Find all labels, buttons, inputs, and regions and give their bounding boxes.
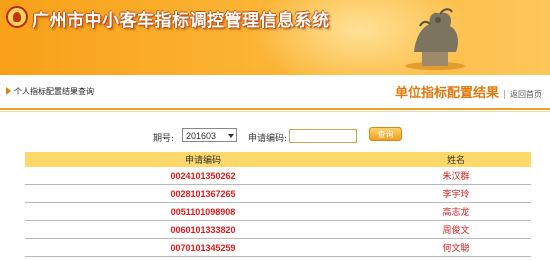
header-name: 姓名 [381,152,531,167]
page-title: 单位指标配置结果 [394,86,499,101]
cell-code: 0060101333820 [25,220,381,239]
table-row: 0070101345259 何文聪 [25,238,531,257]
divider-light [0,111,550,112]
table-row: 0060101333820 周俊文 [25,220,531,239]
five-rams-statue-icon [405,8,465,70]
code-label: 申请编码: [248,134,288,144]
chevron-down-icon [228,134,234,138]
cell-name: 高志龙 [381,202,531,221]
query-button[interactable]: 查询 [369,127,402,141]
period-select[interactable]: 201603 [182,128,237,142]
cell-code: 0070101345259 [25,238,381,257]
breadcrumb: 个人指标配置结果查询 [6,86,94,97]
cell-code: 0051101098908 [25,202,381,221]
cell-code: 0024101350262 [25,167,381,185]
system-title: 广州市中小客车指标调控管理信息系统 [32,11,330,31]
divider [0,108,550,110]
breadcrumb-right: 单位指标配置结果 | 返回首页 [395,82,542,101]
period-select-value: 201603 [186,131,217,141]
code-input[interactable] [289,129,357,143]
table-row: 0024101350262 朱汉群 [25,167,531,185]
back-home-link[interactable]: 返回首页 [510,90,542,99]
cell-name: 何文聪 [381,238,531,257]
header-code: 申请编码 [25,152,381,167]
table-header-row: 申请编码 姓名 [25,152,531,167]
cell-code: 0028101367265 [25,184,381,203]
search-form: 期号: 201603 申请编码: 查询 [0,127,550,146]
results-table: 申请编码 姓名 0024101350262 朱汉群 0028101367265 … [25,152,531,257]
header-banner: 广州市中小客车指标调控管理信息系统 [0,0,550,75]
arrow-icon [6,87,11,95]
cell-name: 周俊文 [381,220,531,239]
cell-name: 李宇玲 [381,184,531,203]
separator: | [502,90,506,100]
cell-name: 朱汉群 [381,167,531,185]
logo-icon [6,6,28,28]
table-row: 0051101098908 高志龙 [25,202,531,221]
table-row: 0028101367265 李宇玲 [25,184,531,203]
period-label: 期号: [153,134,175,144]
breadcrumb-label: 个人指标配置结果查询 [14,87,94,96]
